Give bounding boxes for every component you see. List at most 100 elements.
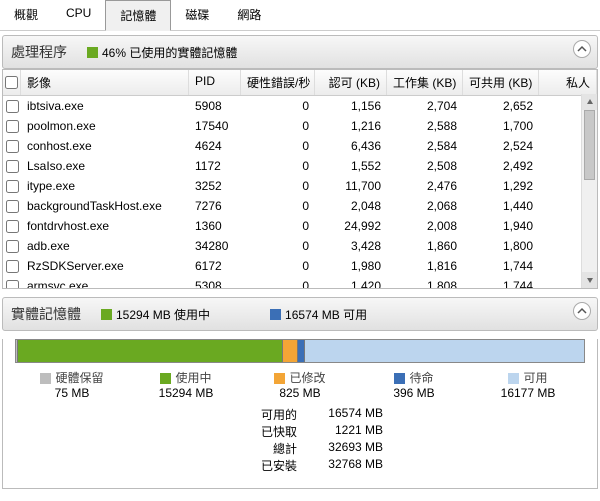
cell-pid: 4624: [189, 137, 241, 155]
memory-segment-可用: [304, 340, 584, 362]
cell-shareable: 1,292: [463, 177, 539, 195]
process-table: 影像 PID 硬性錯誤/秒 認可 (KB) 工作集 (KB) 可共用 (KB) …: [2, 69, 598, 289]
cell-hardfaults: 0: [241, 277, 315, 288]
mem-usage-text: 46% 已使用的實體記憶體: [102, 44, 237, 61]
scroll-up-button[interactable]: [582, 94, 597, 110]
column-name[interactable]: 影像: [21, 70, 189, 95]
cell-pid: 5308: [189, 277, 241, 288]
table-row[interactable]: ibtsiva.exe590801,1562,7042,652: [3, 96, 597, 116]
cell-workingset: 2,068: [387, 197, 463, 215]
legend-label: 已修改: [289, 371, 325, 385]
cell-name: RzSDKServer.exe: [21, 257, 189, 275]
cell-name: fontdrvhost.exe: [21, 217, 189, 235]
chevron-up-icon: [577, 306, 587, 316]
cell-workingset: 1,860: [387, 237, 463, 255]
collapse-memory-button[interactable]: [573, 302, 591, 320]
cell-name: poolmon.exe: [21, 117, 189, 135]
tab-概觀[interactable]: 概觀: [0, 0, 52, 30]
legend-item: 已修改825 MB: [243, 369, 357, 400]
row-checkbox[interactable]: [3, 117, 21, 135]
collapse-processes-button[interactable]: [573, 40, 591, 58]
column-workingset[interactable]: 工作集 (KB): [387, 70, 463, 95]
cell-hardfaults: 0: [241, 137, 315, 155]
scroll-thumb[interactable]: [584, 110, 595, 180]
stats-row: 總計32693 MB: [253, 440, 597, 457]
legend-label: 待命: [409, 371, 433, 385]
legend-item: 待命396 MB: [357, 369, 471, 400]
cell-name: itype.exe: [21, 177, 189, 195]
chevron-up-icon: [577, 44, 587, 54]
table-row[interactable]: armsvc.exe530801,4201,8081,744: [3, 276, 597, 288]
table-row[interactable]: itype.exe3252011,7002,4761,292: [3, 176, 597, 196]
legend-value: 825 MB: [243, 386, 357, 400]
cell-commit: 1,420: [315, 277, 387, 288]
legend-color-icon: [508, 373, 519, 384]
stats-key: 總計: [253, 440, 303, 457]
column-shareable[interactable]: 可共用 (KB): [463, 70, 539, 95]
legend-value: 16177 MB: [471, 386, 585, 400]
tab-網路[interactable]: 網路: [223, 0, 275, 30]
cell-shareable: 2,652: [463, 97, 539, 115]
cell-shareable: 1,440: [463, 197, 539, 215]
table-row[interactable]: backgroundTaskHost.exe727602,0482,0681,4…: [3, 196, 597, 216]
cell-hardfaults: 0: [241, 157, 315, 175]
processes-title: 處理程序: [11, 42, 67, 62]
physical-memory-panel: 硬體保留75 MB使用中15294 MB已修改825 MB待命396 MB可用1…: [2, 339, 598, 489]
cell-name: adb.exe: [21, 237, 189, 255]
row-checkbox[interactable]: [3, 157, 21, 175]
table-row[interactable]: LsaIso.exe117201,5522,5082,492: [3, 156, 597, 176]
row-checkbox[interactable]: [3, 177, 21, 195]
column-hardfaults[interactable]: 硬性錯誤/秒: [241, 70, 315, 95]
memory-segment-待命: [297, 340, 304, 362]
cell-commit: 24,992: [315, 217, 387, 235]
stats-key: 已快取: [253, 423, 303, 440]
cell-shareable: 1,744: [463, 257, 539, 275]
row-checkbox[interactable]: [3, 137, 21, 155]
cell-pid: 3252: [189, 177, 241, 195]
stats-row: 已快取1221 MB: [253, 423, 597, 440]
cell-hardfaults: 0: [241, 217, 315, 235]
select-all-checkbox[interactable]: [3, 70, 21, 95]
row-checkbox[interactable]: [3, 277, 21, 288]
tab-CPU[interactable]: CPU: [52, 0, 105, 30]
cell-pid: 34280: [189, 237, 241, 255]
cell-commit: 1,980: [315, 257, 387, 275]
stats-value: 16574 MB: [303, 406, 383, 423]
cell-hardfaults: 0: [241, 177, 315, 195]
cell-commit: 11,700: [315, 177, 387, 195]
scroll-down-button[interactable]: [582, 272, 597, 288]
cell-workingset: 1,816: [387, 257, 463, 275]
table-row[interactable]: poolmon.exe1754001,2162,5881,700: [3, 116, 597, 136]
table-row[interactable]: conhost.exe462406,4362,5842,524: [3, 136, 597, 156]
column-private[interactable]: 私人: [539, 70, 597, 95]
stats-row: 可用的16574 MB: [253, 406, 597, 423]
avail-text: 16574 MB 可用: [285, 306, 367, 323]
legend-item: 可用16177 MB: [471, 369, 585, 400]
cell-shareable: 2,492: [463, 157, 539, 175]
cell-hardfaults: 0: [241, 97, 315, 115]
physical-memory-panel-header: 實體記憶體 15294 MB 使用中 16574 MB 可用: [2, 297, 598, 331]
table-row[interactable]: adb.exe3428003,4281,8601,800: [3, 236, 597, 256]
table-row[interactable]: RzSDKServer.exe617201,9801,8161,744: [3, 256, 597, 276]
row-checkbox[interactable]: [3, 237, 21, 255]
tab-記憶體[interactable]: 記憶體: [105, 0, 171, 31]
vertical-scrollbar[interactable]: [581, 94, 597, 288]
row-checkbox[interactable]: [3, 197, 21, 215]
mem-usage-color-icon: [87, 47, 98, 58]
row-checkbox[interactable]: [3, 97, 21, 115]
triangle-down-icon: [586, 276, 594, 284]
table-row[interactable]: fontdrvhost.exe1360024,9922,0081,940: [3, 216, 597, 236]
row-checkbox[interactable]: [3, 217, 21, 235]
legend-value: 75 MB: [15, 386, 129, 400]
cell-commit: 6,436: [315, 137, 387, 155]
memory-segment-使用中: [17, 340, 282, 362]
table-header: 影像 PID 硬性錯誤/秒 認可 (KB) 工作集 (KB) 可共用 (KB) …: [3, 70, 597, 96]
table-body: ibtsiva.exe590801,1562,7042,652poolmon.e…: [3, 96, 597, 288]
legend-value: 396 MB: [357, 386, 471, 400]
cell-shareable: 1,940: [463, 217, 539, 235]
column-commit[interactable]: 認可 (KB): [315, 70, 387, 95]
tab-磁碟[interactable]: 磁碟: [171, 0, 223, 30]
cell-workingset: 2,508: [387, 157, 463, 175]
row-checkbox[interactable]: [3, 257, 21, 275]
column-pid[interactable]: PID: [189, 70, 241, 95]
